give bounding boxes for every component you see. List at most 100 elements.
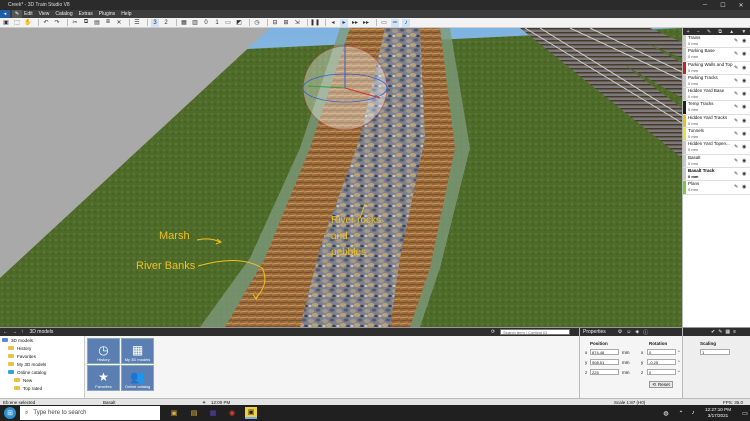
menu-view[interactable]: View [39, 11, 50, 17]
redo-icon[interactable]: ↷ [53, 19, 61, 27]
scaling-input[interactable]: 1 [700, 349, 730, 355]
tree-my-3d-models[interactable]: My 3D models [0, 360, 84, 368]
person-icon[interactable]: ☺ [626, 329, 631, 335]
rotation-y-input[interactable]: -0.25 [647, 359, 676, 365]
settings-icon[interactable]: ⊞ [282, 19, 290, 27]
view-3d-icon[interactable]: 3 [151, 18, 159, 27]
position-z-input[interactable]: 225 [590, 369, 619, 375]
pencil-icon[interactable]: ✎ [734, 91, 738, 97]
layer-row[interactable]: Temp Tracks 0 mm ✎ ◉ [683, 101, 750, 115]
undo-icon[interactable]: ↶ [42, 19, 50, 27]
explorer-icon[interactable]: ▤ [188, 407, 200, 419]
layer-row[interactable]: Tunnels 0 mm ✎ ◉ [683, 128, 750, 142]
reset-button[interactable]: ⟲ Reset [649, 381, 673, 388]
select-icon[interactable]: ⬚ [13, 19, 21, 27]
layer-row[interactable]: Plans 0 mm ✎ ◉ [683, 181, 750, 195]
down-icon[interactable]: ▼ [741, 29, 746, 35]
fast-forward-icon[interactable]: ▸▸ [351, 19, 359, 27]
3d-viewport[interactable]: Marsh River Banks River rocks and pebble… [0, 28, 682, 327]
layer-row[interactable]: Parking Base 0 mm ✎ ◉ [683, 48, 750, 62]
skip-icon[interactable]: ▸▸ [362, 19, 370, 27]
back-icon[interactable]: ← [3, 329, 8, 335]
page-a[interactable]: 0 [202, 19, 210, 27]
tree-online-catalog[interactable]: Online catalog [0, 368, 84, 376]
train-studio-taskbar-icon[interactable]: ▣ [245, 407, 257, 419]
page-b[interactable]: 1 [213, 19, 221, 27]
layer-row[interactable]: Hidden Yard Base 0 mm ✎ ◉ [683, 88, 750, 102]
store-icon[interactable]: ▣ [168, 407, 180, 419]
menu-extras[interactable]: Extras [79, 11, 93, 17]
switch-icon[interactable]: ◩ [235, 19, 243, 27]
eye-icon[interactable]: ◉ [742, 144, 746, 150]
cut-icon[interactable]: ✂ [71, 19, 79, 27]
check-icon[interactable]: ✔ [711, 329, 715, 335]
up-folder-icon[interactable]: ↑ [21, 329, 24, 335]
layer-row[interactable]: Trains 0 mm ✎ ◉ [683, 35, 750, 49]
tracks-view-icon[interactable]: ▭ [380, 19, 388, 27]
paint-icon[interactable]: ◈ [635, 329, 639, 335]
rotation-z-input[interactable]: 0 [647, 369, 676, 375]
eye-icon[interactable]: ◉ [742, 104, 746, 110]
hand-icon[interactable]: ✋ [24, 19, 32, 27]
eye-icon[interactable]: ◉ [742, 118, 746, 124]
pencil-icon[interactable]: ✎ [734, 131, 738, 137]
layout-icon[interactable]: ▥ [191, 19, 199, 27]
eye-icon[interactable]: ◉ [742, 171, 746, 177]
tree-top-rated[interactable]: Top rated [0, 384, 84, 392]
maximize-button[interactable]: ☐ [714, 0, 732, 10]
menu-help[interactable]: Help [121, 11, 131, 17]
pencil-icon[interactable]: ✎ [734, 184, 738, 190]
menu-catalog[interactable]: Catalog [55, 11, 72, 17]
layer-row[interactable]: Basalt 0 mm ✎ ◉ [683, 154, 750, 168]
save-icon[interactable]: ▣ [2, 19, 10, 27]
start-icon[interactable]: ⊞ [4, 407, 16, 419]
tree-new[interactable]: New [0, 376, 84, 384]
paste-icon[interactable]: ▤ [93, 19, 101, 27]
pencil-icon[interactable]: ✎ [734, 78, 738, 84]
tile-history[interactable]: ◷ History [87, 338, 120, 364]
tile-online-catalog[interactable]: 👥 Online catalog [121, 365, 154, 391]
layer-row[interactable]: Hidden Yard Topen... 0 mm ✎ ◉ [683, 141, 750, 155]
eye-icon[interactable]: ◉ [742, 91, 746, 97]
pencil-icon[interactable]: ✎ [734, 104, 738, 110]
taskbar-search[interactable]: ⌕ Type here to search [20, 406, 160, 420]
eye-icon[interactable]: ◉ [742, 51, 746, 57]
grid-view-icon[interactable]: ▦ [725, 329, 730, 335]
notification-icon[interactable]: ▭ [739, 407, 750, 419]
pencil-icon[interactable]: ✎ [734, 144, 738, 150]
network-icon[interactable]: ◍ [660, 407, 672, 419]
layer-row[interactable]: Parking Walls and Top 0 mm ✎ ◉ [683, 61, 750, 75]
layer-row[interactable]: Hidden Yard Tracks 0 mm ✎ ◉ [683, 114, 750, 129]
step-back-icon[interactable]: ◂ [329, 19, 337, 27]
window-icon[interactable]: ⊟ [271, 19, 279, 27]
app-icon[interactable]: ▦ [207, 407, 219, 419]
eye-icon[interactable]: ◉ [742, 38, 746, 44]
copy-icon[interactable]: ⧉ [82, 19, 90, 27]
remove-layer-icon[interactable]: − [697, 29, 700, 35]
tree-history[interactable]: History [0, 344, 84, 352]
delete-icon[interactable]: ✕ [115, 19, 123, 27]
tile-favorites[interactable]: ★ Favorites [87, 365, 120, 391]
layer-row[interactable]: Basalt Track 0 mm ✎ ◉ [683, 167, 750, 182]
eye-icon[interactable]: ◉ [742, 65, 746, 71]
copy-layer-icon[interactable]: ⧉ [718, 29, 722, 35]
layers-icon[interactable]: ≡ [733, 329, 736, 335]
track-icon[interactable]: ▭ [224, 19, 232, 27]
pencil-icon[interactable]: ✎ [734, 65, 738, 71]
catalog-search-input[interactable]: Search term / Content ID [500, 329, 570, 335]
tree-3d-models[interactable]: 3D models [0, 336, 84, 344]
grid-icon[interactable]: ▦ [180, 19, 188, 27]
chevron-up-icon[interactable]: ⌃ [675, 407, 687, 419]
pencil-icon[interactable]: ✎ [734, 171, 738, 177]
pencil-icon[interactable]: ✎ [734, 38, 738, 44]
refresh-icon[interactable]: ⟳ [491, 329, 495, 335]
play-icon[interactable]: ▸ [340, 18, 348, 27]
add-layer-icon[interactable]: + [687, 29, 690, 35]
minimize-button[interactable]: ─ [696, 0, 714, 10]
edit-icon[interactable]: ✎ [718, 329, 722, 335]
tree-favorites[interactable]: Favorites [0, 352, 84, 360]
list-icon[interactable]: ☰ [133, 19, 141, 27]
position-x-input[interactable]: 874.48 [590, 349, 619, 355]
eye-icon[interactable]: ◉ [742, 158, 746, 164]
pause-icon[interactable]: ❚❚ [310, 19, 320, 27]
